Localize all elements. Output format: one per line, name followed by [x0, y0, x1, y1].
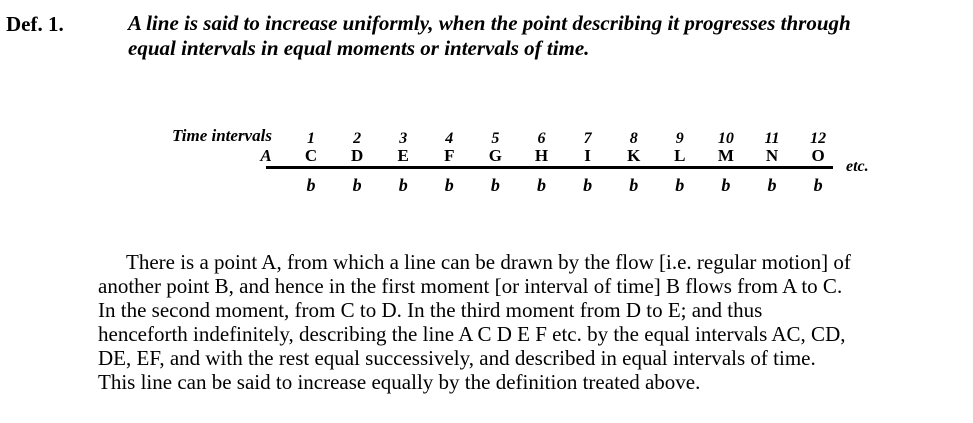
- moving-point-b-mark: b: [306, 175, 316, 195]
- interval-point-letter: I: [584, 146, 591, 165]
- body-line: DE, EF, and with the rest equal successi…: [98, 346, 816, 370]
- moving-point-b-mark: b: [583, 175, 593, 195]
- interval-point-letter: M: [717, 146, 734, 165]
- time-intervals-label: Time intervals: [172, 126, 272, 145]
- etc-label: etc.: [846, 158, 869, 175]
- time-line: [266, 166, 833, 169]
- moving-point-b-mark: b: [398, 175, 408, 195]
- body-paragraph: There is a point A, from which a line ca…: [98, 250, 968, 394]
- definition-line-1: A line is said to increase uniformly, wh…: [128, 11, 851, 35]
- interval-point-letter: L: [674, 146, 686, 165]
- moving-point-b-mark: b: [767, 175, 777, 195]
- definition-label: Def. 1.: [6, 12, 64, 36]
- definition-line-2: equal intervals in equal moments or inte…: [128, 36, 590, 60]
- moving-point-b-mark: b: [629, 175, 639, 195]
- interval-point-letter: D: [350, 146, 364, 165]
- moving-point-b-mark: b: [675, 175, 685, 195]
- moving-point-b-mark: b: [444, 175, 454, 195]
- interval-point-letter: C: [304, 146, 318, 165]
- moving-point-b-mark: b: [537, 175, 546, 195]
- moving-point-b-mark: b: [813, 175, 823, 195]
- moving-point-b-mark: b: [352, 175, 362, 195]
- interval-point-letter: N: [765, 146, 779, 165]
- body-line: There is a point A, from which a line ca…: [126, 250, 851, 274]
- interval-point-letter: K: [627, 146, 641, 165]
- start-point-label: A: [260, 146, 272, 165]
- interval-point-letter: H: [534, 146, 549, 165]
- body-line: This line can be said to increase equall…: [98, 370, 701, 394]
- body-line: another point B, and hence in the first …: [98, 274, 843, 298]
- body-line: In the second moment, from C to D. In th…: [98, 298, 763, 322]
- definition-text: A line is said to increase uniformly, wh…: [128, 11, 968, 61]
- interval-point-letter: G: [488, 146, 503, 165]
- time-intervals-diagram: Time intervals A 1 C 2 D 3 E 4 F 5 G 6 H 7 I 8 K 9 L 10 M 11…: [0, 120, 973, 210]
- interval-point-letter: O: [811, 146, 825, 165]
- moving-point-b-mark: b: [490, 175, 500, 195]
- moving-point-b-mark: b: [721, 175, 731, 195]
- interval-point-letter: E: [397, 146, 409, 165]
- body-line: henceforth indefinitely, describing the …: [98, 322, 846, 346]
- interval-point-letter: F: [444, 146, 455, 165]
